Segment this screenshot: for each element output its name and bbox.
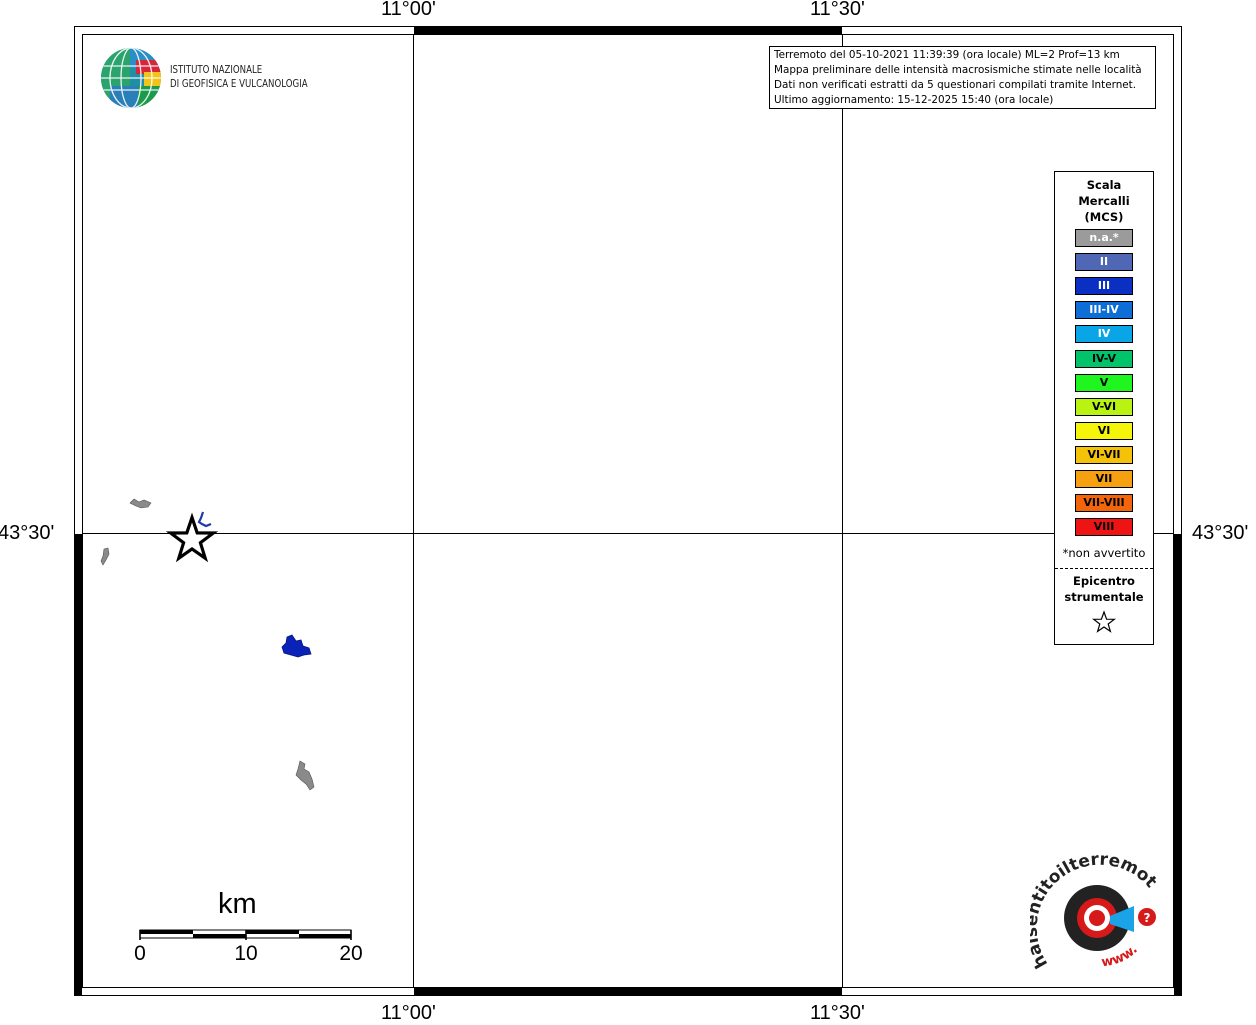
scale-label-0: 0 — [134, 942, 146, 965]
scale-bar: km 0 10 20 — [130, 888, 370, 978]
haisentito-logo[interactable]: ? haisentitoilterremoto.it www. — [1022, 837, 1165, 982]
area-grey-3[interactable] — [295, 760, 315, 791]
area-blue-small[interactable] — [197, 511, 212, 528]
area-blue-large[interactable] — [281, 634, 312, 658]
epicenter-star[interactable] — [165, 512, 219, 563]
area-grey-1[interactable] — [129, 498, 152, 509]
scale-bar-graphic — [139, 929, 352, 940]
svg-text:?: ? — [1144, 911, 1151, 925]
haisentito-logo-icon: ? haisentitoilterremoto.it www. — [1022, 837, 1161, 972]
area-grey-2[interactable] — [100, 547, 110, 566]
scale-label-20: 20 — [339, 942, 363, 965]
scale-label-10: 10 — [234, 942, 258, 965]
